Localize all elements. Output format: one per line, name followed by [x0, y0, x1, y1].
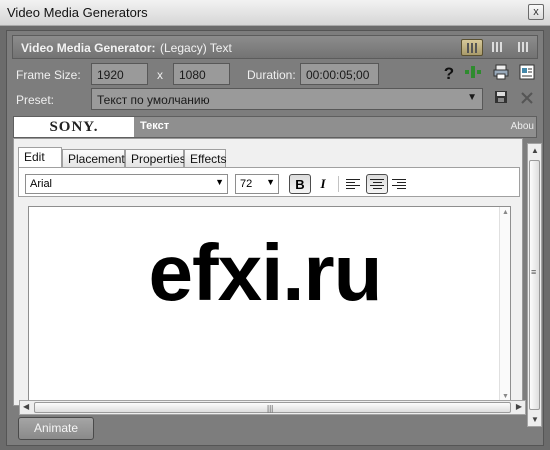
chevron-down-icon: ▼ [266, 177, 275, 187]
bold-button[interactable]: B [289, 174, 311, 194]
frame-size-label: Frame Size: [16, 68, 81, 82]
view-grid-button[interactable] [487, 39, 509, 56]
duration-field[interactable]: 00:00:05;00 [300, 63, 379, 85]
properties-icon[interactable] [517, 64, 537, 84]
delete-preset-icon[interactable] [517, 89, 537, 109]
animate-button[interactable]: Animate [18, 417, 94, 440]
horizontal-scroll-thumb[interactable]: ||| [34, 402, 511, 413]
chevron-down-icon: ▼ [215, 177, 224, 187]
inner-scrollbar[interactable]: ▲ ▼ [499, 207, 510, 402]
font-size-value: 72 [240, 178, 253, 190]
dialog-frame: Video Media Generator: (Legacy) Text Fra… [0, 26, 550, 450]
scroll-up-icon: ▲ [502, 209, 509, 216]
font-value: Arial [30, 178, 53, 190]
printer-icon[interactable] [491, 64, 511, 84]
about-link[interactable]: Abou [511, 121, 534, 132]
tab-properties[interactable]: Properties [125, 149, 186, 167]
view-single-button[interactable] [461, 39, 483, 56]
format-toolbar: Arial ▼ 72 ▼ B I [18, 167, 520, 197]
font-size-select[interactable]: 72 ▼ [235, 174, 279, 194]
plugin-title: Текст [140, 120, 170, 132]
text-editor-area: Edit Placement Properties Effects Arial … [13, 138, 523, 406]
save-preset-icon[interactable] [491, 89, 511, 109]
scroll-up-icon: ▲ [531, 146, 539, 155]
help-icon[interactable]: ? [439, 64, 459, 84]
grip-icon: ≡ [531, 267, 537, 277]
vertical-scroll-thumb[interactable]: ≡ [529, 160, 540, 410]
generator-label: Video Media Generator: [21, 41, 156, 55]
frame-height-field[interactable]: 1080 [173, 63, 230, 85]
horizontal-scrollbar[interactable]: ◀ ||| ▶ [19, 400, 526, 415]
grip-icon: ||| [267, 404, 274, 413]
keyframe-icon[interactable] [463, 64, 483, 84]
close-button[interactable]: x [528, 4, 544, 20]
italic-button[interactable]: I [312, 174, 334, 194]
generator-header: Video Media Generator: (Legacy) Text [12, 35, 538, 59]
toolbar-divider [338, 176, 339, 192]
tab-effects[interactable]: Effects [184, 149, 226, 167]
view-grid-icon [492, 42, 503, 52]
align-center-icon [370, 179, 384, 189]
scroll-down-icon: ▼ [531, 415, 539, 424]
sony-logo: SONY. [14, 117, 134, 137]
scroll-left-icon: ◀ [23, 402, 30, 411]
view-list-icon [518, 42, 529, 52]
view-single-icon [467, 43, 478, 53]
duration-label: Duration: [247, 68, 296, 82]
chevron-down-icon: ▼ [467, 92, 477, 103]
preset-label: Preset: [16, 93, 55, 107]
text-editor[interactable]: efxi.ru ▲ ▼ [28, 206, 511, 403]
scroll-down-icon: ▼ [502, 393, 509, 400]
vertical-scrollbar[interactable]: ▲ ≡ ▼ [527, 143, 542, 427]
frame-size-separator: x [157, 68, 163, 82]
align-right-icon[interactable] [392, 179, 406, 189]
generator-name: (Legacy) Text [160, 41, 232, 55]
font-select[interactable]: Arial ▼ [25, 174, 228, 194]
window-title: Video Media Generators [7, 5, 148, 20]
tab-placement[interactable]: Placement [62, 149, 125, 167]
view-list-button[interactable] [513, 39, 535, 56]
frame-width-field[interactable]: 1920 [91, 63, 148, 85]
tab-edit[interactable]: Edit [18, 147, 62, 168]
editor-text: efxi.ru [148, 228, 382, 317]
preset-dropdown[interactable]: Текст по умолчанию ▼ [91, 88, 483, 110]
scroll-right-icon: ▶ [515, 402, 522, 411]
plugin-bar: SONY. Текст Abou [13, 116, 537, 138]
title-bar: Video Media Generators x [0, 0, 550, 26]
align-left-icon[interactable] [346, 179, 360, 189]
preset-value: Текст по умолчанию [97, 93, 210, 107]
generator-panel: Video Media Generator: (Legacy) Text Fra… [6, 30, 544, 446]
